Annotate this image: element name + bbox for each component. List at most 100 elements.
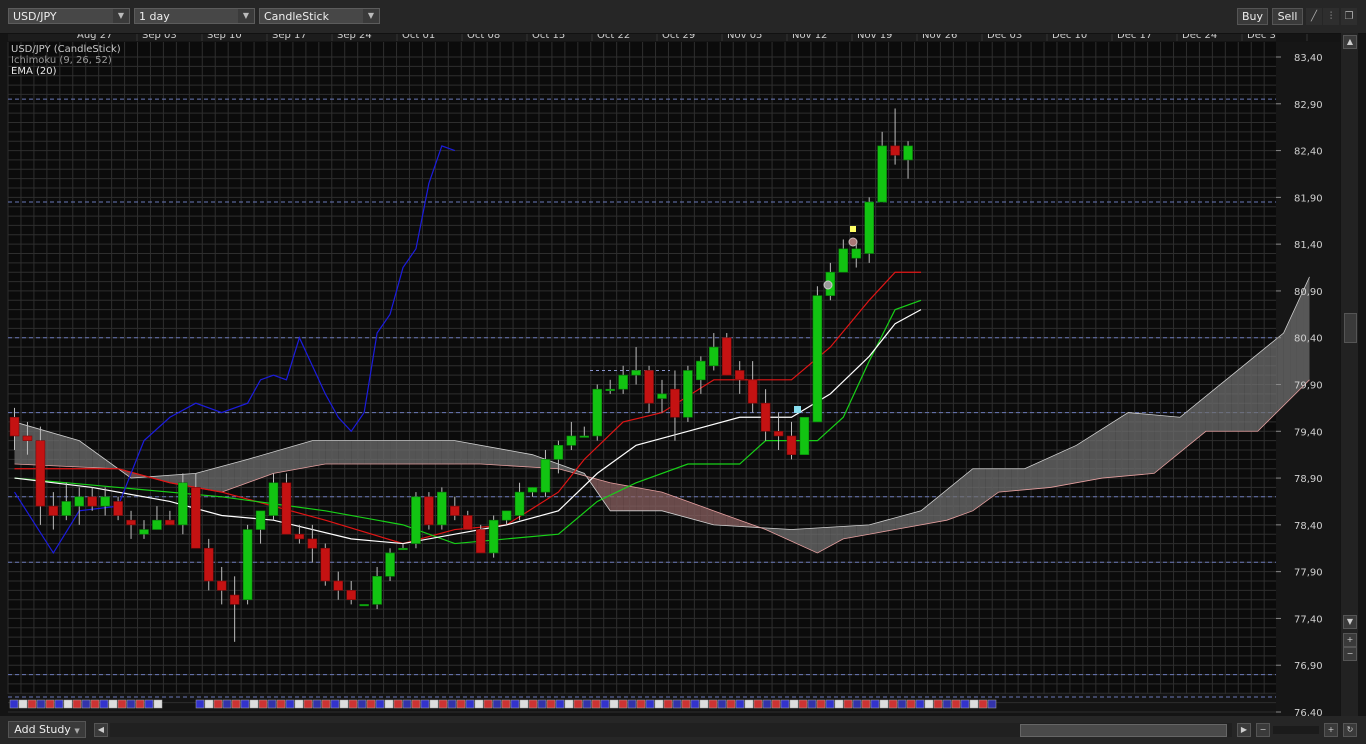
calendar-flag-icon[interactable] — [108, 699, 118, 709]
calendar-flag-icon[interactable] — [681, 699, 691, 709]
calendar-flag-icon[interactable] — [153, 699, 163, 709]
calendar-flag-icon[interactable] — [951, 699, 961, 709]
drawing-tools-icon[interactable]: ╱ — [1306, 8, 1322, 25]
calendar-flag-icon[interactable] — [90, 699, 100, 709]
calendar-flag-icon[interactable] — [816, 699, 826, 709]
zoom-out-icon[interactable]: − — [1256, 723, 1270, 737]
calendar-flag-icon[interactable] — [492, 699, 502, 709]
calendar-flag-icon[interactable] — [330, 699, 340, 709]
period-select[interactable]: 1 day ▼ — [134, 8, 255, 24]
calendar-flag-icon[interactable] — [960, 699, 970, 709]
calendar-flag-icon[interactable] — [126, 699, 136, 709]
calendar-flag-icon[interactable] — [294, 699, 304, 709]
calendar-flag-icon[interactable] — [447, 699, 457, 709]
calendar-flag-icon[interactable] — [564, 699, 574, 709]
calendar-flag-icon[interactable] — [258, 699, 268, 709]
calendar-flag-icon[interactable] — [144, 699, 154, 709]
chart-canvas[interactable]: Aug 27 Sep 03 Sep 10 Sep 17 Sep 24 Oct 01 Oct … — [0, 0, 1366, 744]
calendar-flag-icon[interactable] — [897, 699, 907, 709]
buy-button[interactable]: Buy — [1237, 8, 1268, 25]
calendar-flag-icon[interactable] — [528, 699, 538, 709]
calendar-flag-icon[interactable] — [135, 699, 145, 709]
calendar-flag-icon[interactable] — [501, 699, 511, 709]
calendar-flag-icon[interactable] — [636, 699, 646, 709]
calendar-flag-icon[interactable] — [888, 699, 898, 709]
chart-type-select[interactable]: CandleStick ▼ — [259, 8, 380, 24]
calendar-flag-icon[interactable] — [276, 699, 286, 709]
calendar-flag-icon[interactable] — [267, 699, 277, 709]
calendar-flag-icon[interactable] — [519, 699, 529, 709]
calendar-flag-icon[interactable] — [609, 699, 619, 709]
calendar-flag-icon[interactable] — [879, 699, 889, 709]
calendar-flag-icon[interactable] — [780, 699, 790, 709]
calendar-flag-icon[interactable] — [834, 699, 844, 709]
sell-button[interactable]: Sell — [1272, 8, 1303, 25]
calendar-flag-icon[interactable] — [654, 699, 664, 709]
calendar-flag-icon[interactable] — [744, 699, 754, 709]
calendar-flag-icon[interactable] — [99, 699, 109, 709]
maximize-icon[interactable]: ❐ — [1341, 8, 1357, 25]
calendar-flag-icon[interactable] — [906, 699, 916, 709]
calendar-flag-icon[interactable] — [789, 699, 799, 709]
calendar-flag-icon[interactable] — [366, 699, 376, 709]
calendar-flag-icon[interactable] — [537, 699, 547, 709]
calendar-flag-icon[interactable] — [54, 699, 64, 709]
calendar-flag-icon[interactable] — [987, 699, 997, 709]
calendar-flag-icon[interactable] — [942, 699, 952, 709]
calendar-flag-icon[interactable] — [978, 699, 988, 709]
add-study-button[interactable]: Add Study ▼ — [8, 721, 86, 738]
calendar-flag-icon[interactable] — [285, 699, 295, 709]
calendar-flag-icon[interactable] — [474, 699, 484, 709]
calendar-flag-icon[interactable] — [213, 699, 223, 709]
calendar-flag-icon[interactable] — [573, 699, 583, 709]
calendar-flag-icon[interactable] — [798, 699, 808, 709]
scroll-down-icon[interactable]: ▼ — [1343, 615, 1357, 629]
calendar-flag-icon[interactable] — [117, 699, 127, 709]
vertical-scroll-thumb[interactable] — [1344, 313, 1357, 343]
calendar-flag-icon[interactable] — [825, 699, 835, 709]
calendar-flag-icon[interactable] — [384, 699, 394, 709]
calendar-flag-icon[interactable] — [63, 699, 73, 709]
calendar-flag-icon[interactable] — [924, 699, 934, 709]
calendar-flag-icon[interactable] — [402, 699, 412, 709]
horizontal-scroll-thumb[interactable] — [1020, 724, 1227, 737]
vertical-scrollbar[interactable]: ▲ ▼ + − — [1341, 33, 1358, 721]
calendar-flag-icon[interactable] — [690, 699, 700, 709]
calendar-flag-icon[interactable] — [249, 699, 259, 709]
calendar-flag-icon[interactable] — [72, 699, 82, 709]
refresh-icon[interactable]: ↻ — [1343, 723, 1357, 737]
calendar-flag-icon[interactable] — [312, 699, 322, 709]
calendar-flag-icon[interactable] — [348, 699, 358, 709]
calendar-flag-icon[interactable] — [339, 699, 349, 709]
calendar-flag-icon[interactable] — [717, 699, 727, 709]
calendar-flag-icon[interactable] — [375, 699, 385, 709]
calendar-flag-icon[interactable] — [411, 699, 421, 709]
calendar-flag-icon[interactable] — [627, 699, 637, 709]
calendar-flag-icon[interactable] — [618, 699, 628, 709]
calendar-flag-icon[interactable] — [726, 699, 736, 709]
scroll-left-icon[interactable]: ◀ — [94, 723, 108, 737]
calendar-flag-icon[interactable] — [969, 699, 979, 709]
calendar-flag-icon[interactable] — [429, 699, 439, 709]
calendar-flag-icon[interactable] — [393, 699, 403, 709]
scroll-right-icon[interactable]: ▶ — [1237, 723, 1251, 737]
calendar-flag-icon[interactable] — [735, 699, 745, 709]
zoom-slider[interactable] — [1273, 726, 1319, 734]
calendar-flag-icon[interactable] — [645, 699, 655, 709]
calendar-flag-icon[interactable] — [27, 699, 37, 709]
calendar-flag-icon[interactable] — [36, 699, 46, 709]
calendar-flag-icon[interactable] — [321, 699, 331, 709]
calendar-flag-icon[interactable] — [699, 699, 709, 709]
zoom-in-icon[interactable]: + — [1343, 633, 1357, 647]
calendar-flag-icon[interactable] — [555, 699, 565, 709]
calendar-flag-icon[interactable] — [843, 699, 853, 709]
calendar-flag-icon[interactable] — [18, 699, 28, 709]
calendar-flag-icon[interactable] — [438, 699, 448, 709]
calendar-flag-icon[interactable] — [852, 699, 862, 709]
calendar-flag-icon[interactable] — [591, 699, 601, 709]
horizontal-scrollbar[interactable] — [110, 723, 1232, 737]
calendar-flag-icon[interactable] — [771, 699, 781, 709]
calendar-flag-icon[interactable] — [582, 699, 592, 709]
calendar-flag-icon[interactable] — [195, 699, 205, 709]
calendar-flag-icon[interactable] — [861, 699, 871, 709]
